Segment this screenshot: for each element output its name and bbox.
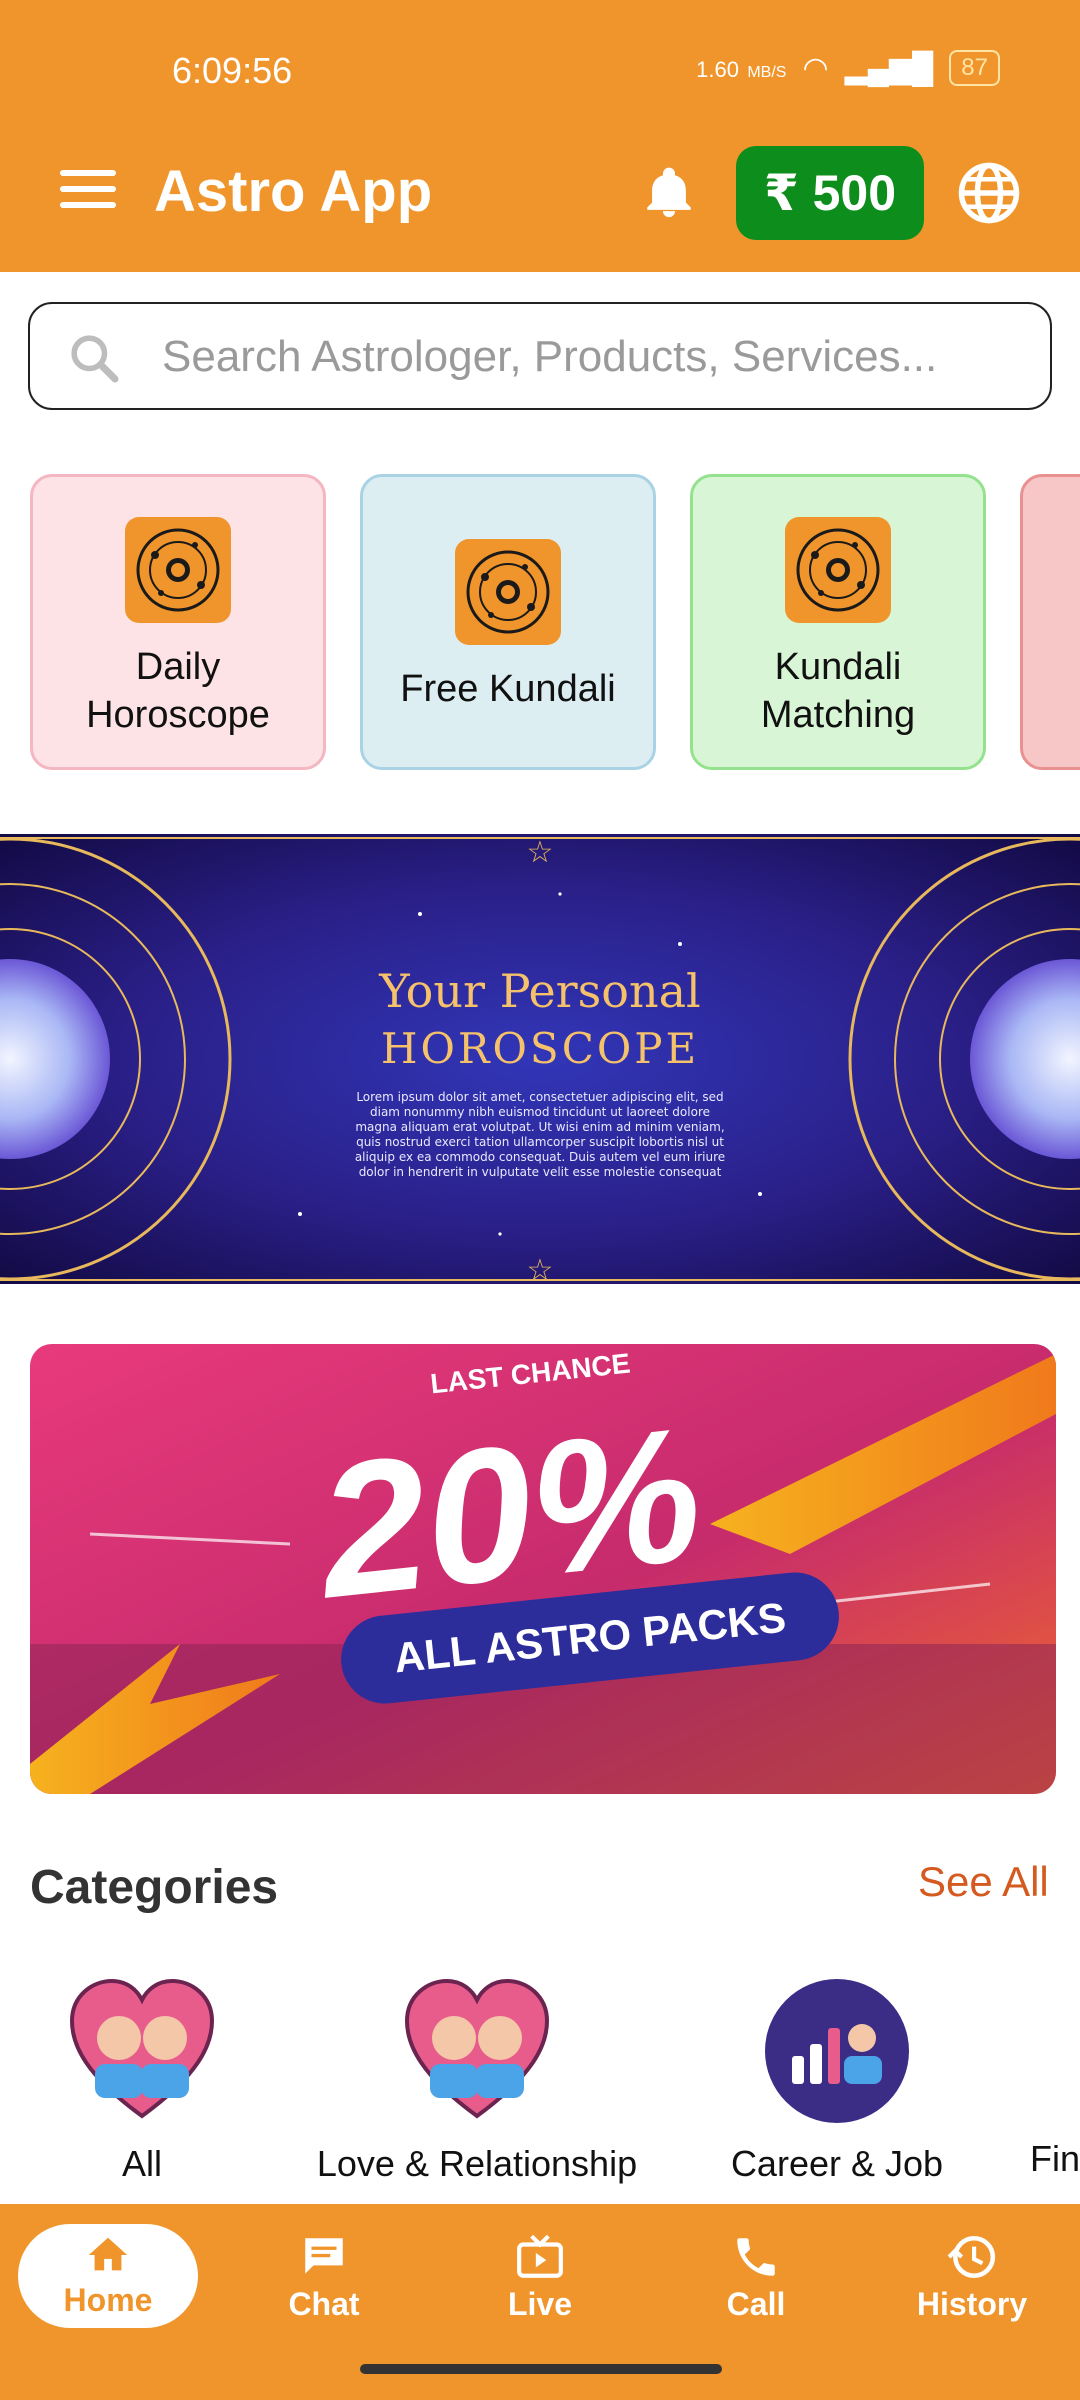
kundali-matching-card[interactable]: Kundali Matching: [690, 474, 986, 770]
svg-text:☆: ☆: [527, 836, 554, 869]
history-icon: [947, 2235, 996, 2279]
nav-history[interactable]: History: [882, 2224, 1062, 2334]
status-bar: 6:09:56 1.60 MB/S ◠ ▂▄▆█ 87: [0, 0, 1080, 140]
career-icon: [765, 1979, 909, 2123]
svg-text:☆: ☆: [527, 1254, 554, 1284]
quick-action-cards: Daily Horoscope Free Kundali Kundali Mat…: [30, 474, 1080, 774]
battery-icon: 87: [949, 50, 1000, 86]
categories-row: All Love & Relationship Career & Job Fin: [0, 1976, 1080, 2184]
live-tv-icon: [517, 2234, 563, 2278]
nav-chat[interactable]: Chat: [234, 2224, 414, 2334]
nav-live[interactable]: Live: [450, 2224, 630, 2334]
menu-icon[interactable]: [60, 170, 116, 210]
category-label: All: [121, 2143, 162, 2184]
nav-call[interactable]: Call: [666, 2224, 846, 2334]
nav-label: Call: [726, 2286, 786, 2322]
search-icon: [71, 335, 119, 383]
chat-icon: [305, 2238, 343, 2274]
gesture-bar[interactable]: [360, 2364, 722, 2374]
card-label: Daily Horoscope: [86, 646, 270, 736]
card-label: Free Kundali: [400, 668, 616, 710]
nav-label: Home: [63, 2282, 153, 2318]
partial-card[interactable]: [1020, 474, 1080, 770]
zodiac-wheel-icon: [125, 517, 231, 623]
wifi-icon: ◠: [802, 51, 829, 85]
free-kundali-card[interactable]: Free Kundali: [360, 474, 656, 770]
category-label: Love & Relationship: [316, 2143, 638, 2184]
banner-title-line2: HOROSCOPE: [380, 1024, 700, 1073]
category-career-job[interactable]: Career & Job: [722, 1976, 952, 2185]
app-header: 6:09:56 1.60 MB/S ◠ ▂▄▆█ 87 Astro App ₹ …: [0, 0, 1080, 272]
daily-horoscope-card[interactable]: Daily Horoscope: [30, 474, 326, 770]
phone-icon: [737, 2238, 775, 2276]
promo-banner[interactable]: LAST CHANCE 20% ALL ASTRO PACKS: [30, 1344, 1056, 1794]
category-love-relationship[interactable]: Love & Relationship: [312, 1976, 642, 2185]
status-icons: 1.60 MB/S ◠ ▂▄▆█ 87: [696, 50, 1000, 86]
categories-title: Categories: [30, 1861, 279, 1914]
zodiac-wheel-icon: [785, 517, 891, 623]
zodiac-wheel-icon: [455, 539, 561, 645]
search-bar[interactable]: [28, 302, 1052, 410]
horoscope-banner[interactable]: ☆ ☆ Your Personal HOROSCOPE Lorem ipsum …: [0, 834, 1080, 1284]
nav-label: Chat: [288, 2286, 360, 2322]
home-icon: [88, 2237, 128, 2271]
banner-title-line1: Your Personal: [379, 964, 701, 1018]
banner-body-text: Lorem ipsum dolor sit amet, consectetuer…: [354, 1090, 726, 1179]
see-all-link[interactable]: See All: [918, 1858, 1049, 1906]
nav-label: History: [916, 2286, 1028, 2322]
heart-couple-icon: [69, 1978, 215, 2119]
globe-icon[interactable]: [956, 160, 1022, 226]
signal-icon: ▂▄▆█: [844, 51, 934, 85]
net-speed-icon: 1.60 MB/S: [696, 57, 787, 82]
card-label: Kundali Matching: [760, 646, 916, 736]
app-title: Astro App: [154, 159, 433, 224]
search-input[interactable]: [160, 322, 1024, 392]
category-all[interactable]: All: [62, 1976, 222, 2185]
nav-home[interactable]: Home: [18, 2224, 198, 2334]
category-label: Career & Job: [730, 2143, 944, 2184]
heart-couple-icon: [404, 1978, 550, 2119]
bell-icon[interactable]: [640, 162, 698, 224]
category-label: Fin: [1030, 2138, 1080, 2179]
nav-label: Live: [507, 2286, 573, 2322]
category-partial[interactable]: Fin: [1030, 1976, 1080, 2180]
status-time: 6:09:56: [172, 50, 293, 91]
wallet-balance-button[interactable]: ₹ 500: [736, 146, 924, 240]
